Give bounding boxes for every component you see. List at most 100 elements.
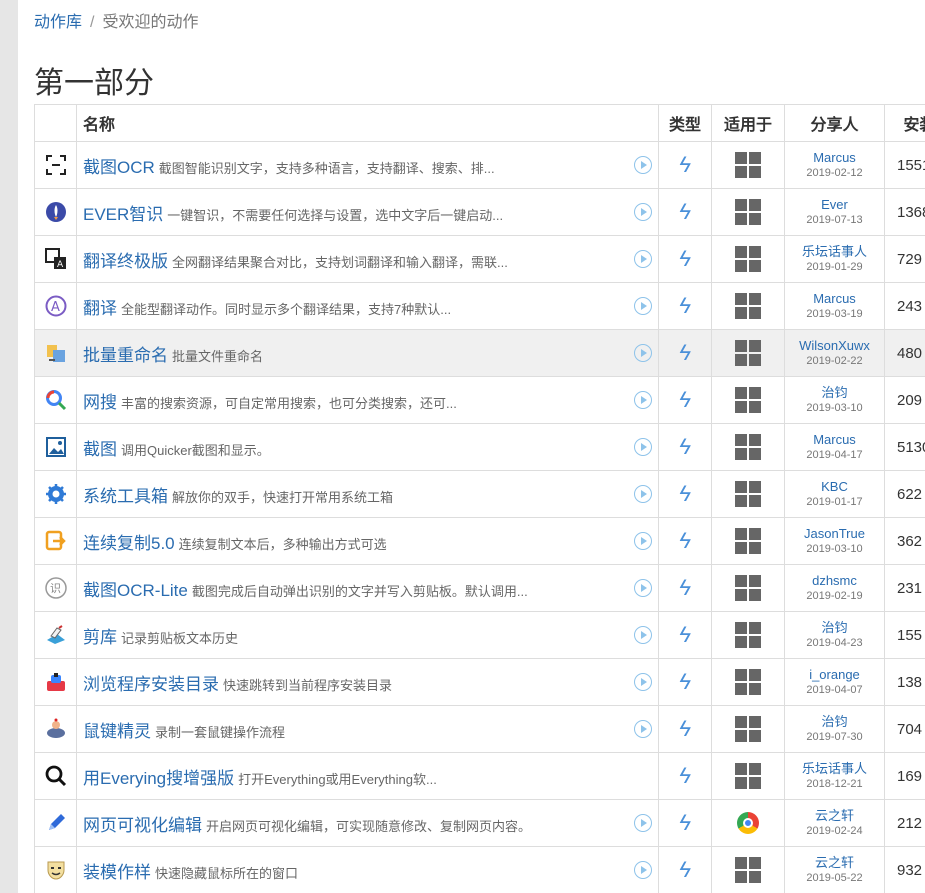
play-button-icon[interactable] bbox=[634, 250, 652, 268]
action-title-link[interactable]: 截图OCR bbox=[83, 158, 155, 177]
action-type-cell: ϟ bbox=[658, 799, 712, 847]
action-title-link[interactable]: 浏览程序安装目录 bbox=[83, 675, 219, 694]
breadcrumb-current: 受欢迎的动作 bbox=[102, 14, 199, 31]
action-title-link[interactable]: 批量重命名 bbox=[83, 346, 168, 365]
table-row[interactable]: 网搜 丰富的搜索资源，可自定常用搜索，也可分类搜索，还可... ϟ 治钧 2019-03… bbox=[34, 376, 925, 424]
table-row[interactable]: 截图调用Quicker截图和显示。ϟMarcus2019-04-175130 bbox=[34, 423, 925, 471]
table-row[interactable]: 系统工具箱 解放你的双手，快速打开常用系统工箱 ϟ KBC 2019-01-17 622 bbox=[34, 470, 925, 518]
play-button-icon[interactable] bbox=[634, 720, 652, 738]
sharer-link[interactable]: 云之轩 bbox=[785, 855, 884, 871]
table-row[interactable]: A 翻译终极版 全网翻译结果聚合对比，支持划词翻译和输入翻译，需联... ϟ 乐坛话事人… bbox=[34, 235, 925, 283]
sharer-link[interactable]: dzhsmc bbox=[785, 573, 884, 589]
sharer-link[interactable]: WilsonXuwx bbox=[785, 338, 884, 354]
play-button-icon[interactable] bbox=[634, 438, 652, 456]
action-type-cell: ϟ bbox=[658, 658, 712, 706]
play-button-icon[interactable] bbox=[634, 861, 652, 879]
sharer-link[interactable]: JasonTrue bbox=[785, 526, 884, 542]
install-count: 622 bbox=[884, 470, 925, 518]
chrome-icon bbox=[737, 812, 759, 834]
action-title-link[interactable]: 翻译终极版 bbox=[83, 252, 168, 271]
action-title-link[interactable]: 鼠键精灵 bbox=[83, 722, 151, 741]
share-date: 2019-01-29 bbox=[806, 261, 863, 274]
table-row[interactable]: 用Everying搜增强版 打开Everything或用Everything软..… bbox=[34, 752, 925, 800]
lightning-icon: ϟ bbox=[679, 810, 691, 835]
sharer-link[interactable]: Marcus bbox=[785, 432, 884, 448]
action-title-link[interactable]: 网页可视化编辑 bbox=[83, 816, 202, 835]
play-button-icon[interactable] bbox=[634, 579, 652, 597]
play-button-icon[interactable] bbox=[634, 532, 652, 550]
action-type-cell: ϟ bbox=[658, 329, 712, 377]
play-button-icon[interactable] bbox=[634, 673, 652, 691]
platform-cell bbox=[711, 470, 785, 518]
action-title-link[interactable]: 剪库 bbox=[83, 628, 117, 647]
header-name: 名称 bbox=[76, 104, 659, 142]
play-button-icon[interactable] bbox=[634, 814, 652, 832]
table-row[interactable]: 批量重命名 批量文件重命名 ϟ WilsonXuwx 2019-02-22 480 bbox=[34, 329, 925, 377]
play-button-icon[interactable] bbox=[634, 485, 652, 503]
translate-icon: A bbox=[44, 248, 67, 270]
install-count: 1368 bbox=[884, 188, 925, 236]
action-title-link[interactable]: 装模作样 bbox=[83, 863, 151, 882]
play-button-icon[interactable] bbox=[634, 626, 652, 644]
action-title-link[interactable]: 截图OCR-Lite bbox=[83, 581, 188, 600]
magnifier-icon bbox=[45, 765, 67, 787]
sharer-link[interactable]: 治钧 bbox=[785, 385, 884, 401]
action-title-link[interactable]: 系统工具箱 bbox=[83, 487, 168, 506]
action-icon-cell bbox=[34, 705, 77, 753]
action-description: 开启网页可视化编辑，可实现随意修改、复制网页内容。 bbox=[206, 818, 532, 834]
install-count: 362 bbox=[884, 517, 925, 565]
sharer-link[interactable]: KBC bbox=[785, 479, 884, 495]
action-type-cell: ϟ bbox=[658, 517, 712, 565]
action-title-link[interactable]: EVER智识 bbox=[83, 205, 163, 224]
table-row[interactable]: 截图OCR 截图智能识别文字，支持多种语言，支持翻译、搜索、排... ϟ Marcus… bbox=[34, 141, 925, 189]
sharer-link[interactable]: 乐坛话事人 bbox=[785, 244, 884, 260]
action-name-cell: 网搜 丰富的搜索资源，可自定常用搜索，也可分类搜索，还可... bbox=[76, 376, 659, 424]
sharer-link[interactable]: 治钧 bbox=[785, 620, 884, 636]
table-row[interactable]: EVER智识 一键智识，不需要任何选择与设置，选中文字后一键启动... ϟ Ever 2… bbox=[34, 188, 925, 236]
sharer-link[interactable]: 云之轩 bbox=[785, 808, 884, 824]
table-row[interactable]: 网页可视化编辑 开启网页可视化编辑，可实现随意修改、复制网页内容。 ϟ 云之轩 2019… bbox=[34, 799, 925, 847]
install-count: 209 bbox=[884, 376, 925, 424]
table-row[interactable]: 装模作样 快速隐藏鼠标所在的窗口 ϟ 云之轩 2019-05-22 932 bbox=[34, 846, 925, 893]
action-title-link[interactable]: 连续复制5.0 bbox=[83, 534, 175, 553]
action-icon-cell bbox=[34, 470, 77, 518]
lightning-icon: ϟ bbox=[679, 434, 691, 459]
rocket-icon bbox=[45, 201, 67, 223]
windows-icon bbox=[735, 387, 761, 413]
windows-icon bbox=[735, 481, 761, 507]
svg-text:A: A bbox=[57, 260, 64, 270]
play-button-icon[interactable] bbox=[634, 344, 652, 362]
platform-cell bbox=[711, 423, 785, 471]
play-button-icon[interactable] bbox=[634, 297, 652, 315]
play-button-icon[interactable] bbox=[634, 156, 652, 174]
action-description: 录制一套鼠键操作流程 bbox=[155, 724, 286, 740]
table-row[interactable]: 剪库 记录剪贴板文本历史 ϟ 治钧 2019-04-23 155 bbox=[34, 611, 925, 659]
action-title-link[interactable]: 翻译 bbox=[83, 299, 117, 318]
platform-cell bbox=[711, 658, 785, 706]
action-title-link[interactable]: 用Everying搜增强版 bbox=[83, 769, 234, 788]
table-row[interactable]: 鼠键精灵 录制一套鼠键操作流程 ϟ 治钧 2019-07-30 704 bbox=[34, 705, 925, 753]
table-row[interactable]: 浏览程序安装目录 快速跳转到当前程序安装目录 ϟ i_orange 2019-04-07… bbox=[34, 658, 925, 706]
platform-cell bbox=[711, 235, 785, 283]
table-row[interactable]: 识 截图OCR-Lite 截图完成后自动弹出识别的文字并写入剪贴板。默认调用... ϟ… bbox=[34, 564, 925, 612]
action-description: 调用Quicker截图和显示。 bbox=[121, 442, 270, 458]
action-icon-cell bbox=[34, 141, 77, 189]
sharer-link[interactable]: 治钧 bbox=[785, 714, 884, 730]
screenshot-ocr-icon bbox=[45, 154, 67, 176]
sharer-link[interactable]: Marcus bbox=[785, 291, 884, 307]
sharer-link[interactable]: 乐坛话事人 bbox=[785, 761, 884, 777]
play-button-icon[interactable] bbox=[634, 203, 652, 221]
action-title-link[interactable]: 网搜 bbox=[83, 393, 117, 412]
table-row[interactable]: 连续复制5.0 连续复制文本后，多种输出方式可选 ϟ JasonTrue 2019-03… bbox=[34, 517, 925, 565]
install-count: 932 bbox=[884, 846, 925, 893]
install-count: 480 bbox=[884, 329, 925, 377]
breadcrumb-root-link[interactable]: 动作库 bbox=[34, 14, 82, 31]
share-date: 2018-12-21 bbox=[806, 778, 863, 791]
action-name-cell: 系统工具箱 解放你的双手，快速打开常用系统工箱 bbox=[76, 470, 659, 518]
table-row[interactable]: A 翻译 全能型翻译动作。同时显示多个翻译结果，支持7种默认... ϟ Marcus 20… bbox=[34, 282, 925, 330]
action-title-link[interactable]: 截图 bbox=[83, 440, 117, 459]
play-button-icon[interactable] bbox=[634, 391, 652, 409]
sharer-link[interactable]: Ever bbox=[785, 197, 884, 213]
sharer-link[interactable]: i_orange bbox=[785, 667, 884, 683]
sharer-link[interactable]: Marcus bbox=[785, 150, 884, 166]
